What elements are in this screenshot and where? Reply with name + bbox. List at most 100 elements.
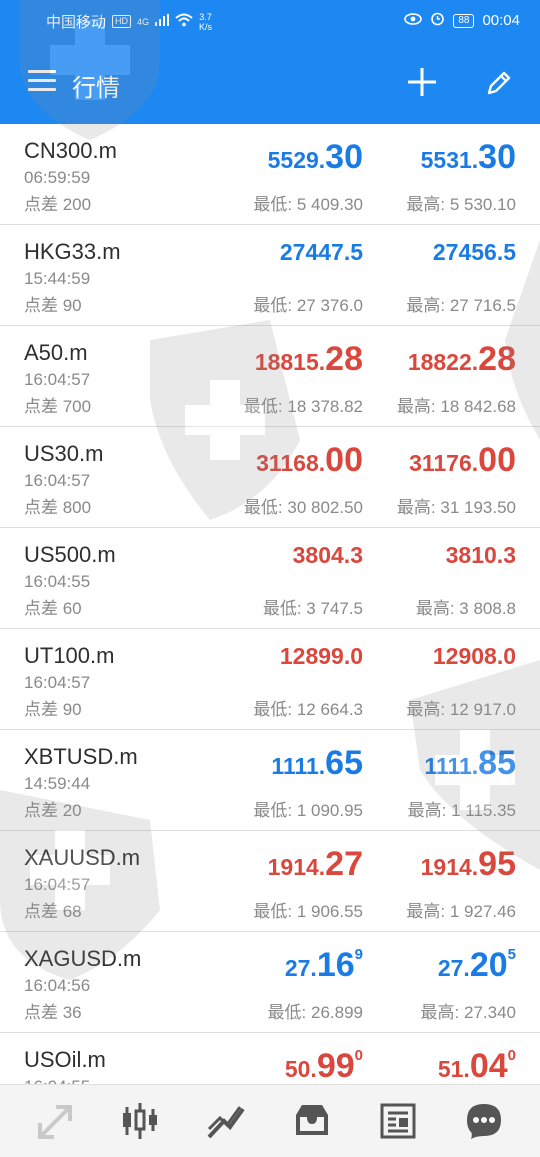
news-icon[interactable] (378, 1101, 418, 1141)
ask-price: 1111.85 (424, 744, 516, 783)
bid-price: 5529.30 (268, 138, 363, 177)
bid-price-main: 27. (284, 955, 317, 981)
bid-price-large: 28 (325, 340, 363, 378)
high-label: 最高: 1 927.46 (406, 902, 516, 921)
symbol-name: US30.m (24, 441, 104, 466)
bid-price-main: 18815. (254, 349, 326, 375)
wifi-icon (175, 13, 193, 31)
low-label: 最低: 1 906.55 (253, 902, 363, 921)
alarm-icon (430, 11, 445, 30)
ask-price-large: 28 (478, 340, 516, 378)
quote-row[interactable]: HKG33.m 15:44:59 点差 90 27447.5 27456.5 最低: 27… (0, 225, 540, 326)
symbol-name: XBTUSD.m (24, 744, 138, 769)
high-label: 最高: 27.340 (420, 1003, 516, 1022)
ask-price-main: 1111. (424, 753, 479, 779)
bid-price-large: 00 (325, 441, 363, 479)
symbol-name: XAUUSD.m (24, 845, 141, 870)
edit-pencil-icon[interactable] (484, 68, 516, 100)
quote-row[interactable]: A50.m 16:04:57 点差 700 18815.28 18822.28 最低: 1… (0, 326, 540, 427)
symbol-name: CN300.m (24, 138, 117, 163)
quote-time: 15:44:59 (24, 269, 91, 288)
low-label: 最低: 18 378.82 (243, 397, 363, 416)
quote-row[interactable]: US500.m 16:04:55 点差 60 3804.3 3810.3 最低: 3 74… (0, 528, 540, 629)
bid-price: 12899.0 (280, 643, 363, 670)
quote-row[interactable]: US30.m 16:04:57 点差 800 31168.00 31176.00 最低: … (0, 427, 540, 528)
candlestick-icon[interactable] (120, 1101, 160, 1141)
bid-price: 3804.3 (293, 542, 363, 569)
ask-price-large: 00 (478, 441, 516, 479)
ask-price-large: 30 (478, 138, 516, 176)
quote-time: 14:59:44 (24, 774, 91, 793)
low-label: 最低: 30 802.50 (243, 498, 363, 517)
add-symbol-button[interactable] (406, 66, 438, 98)
quote-time: 16:04:56 (24, 976, 91, 995)
bid-price-pip: 9 (354, 946, 363, 963)
signal-icon (155, 13, 170, 30)
spread-label: 点差 90 (24, 296, 82, 315)
spread-label: 点差 36 (24, 1003, 82, 1022)
menu-icon[interactable] (28, 70, 56, 92)
quote-time: 16:04:57 (24, 471, 91, 490)
chat-icon[interactable] (464, 1101, 504, 1141)
high-label: 最高: 1 115.35 (407, 801, 516, 820)
bid-price-main: 31168. (256, 450, 326, 476)
app-bar: 行情 (0, 40, 540, 124)
clock: 00:04 (482, 12, 520, 29)
quote-row[interactable]: XAGUSD.m 16:04:56 点差 36 27.169 27.205 最低: 26.… (0, 932, 540, 1033)
ask-price-large: 04 (469, 1047, 508, 1084)
ask-price-main: 31176. (409, 450, 479, 476)
ask-price-main: 27456.5 (432, 239, 516, 265)
spread-label: 点差 200 (24, 195, 92, 214)
symbol-name: UT100.m (24, 643, 115, 668)
quote-row[interactable]: USOil.m16:04:5550.99051.040 (0, 1033, 540, 1084)
inbox-icon[interactable] (292, 1101, 332, 1141)
ask-price: 27.205 (438, 946, 516, 985)
spread-label: 点差 700 (24, 397, 92, 416)
spread-label: 点差 68 (24, 902, 82, 921)
quote-row[interactable]: CN300.m 06:59:59 点差 200 5529.30 5531.30 最低: 5… (0, 124, 540, 225)
trade-arrows-icon[interactable] (36, 1101, 76, 1141)
ask-price-main: 27. (437, 955, 470, 981)
symbol-name: HKG33.m (24, 239, 121, 264)
low-label: 最低: 3 747.5 (262, 599, 363, 618)
quote-time: 16:04:55 (24, 572, 91, 591)
quote-list[interactable]: CN300.m 06:59:59 点差 200 5529.30 5531.30 最低: 5… (0, 124, 540, 1084)
spread-label: 点差 90 (24, 700, 82, 719)
ask-price-pip: 0 (507, 1047, 516, 1064)
spread-label: 点差 800 (24, 498, 92, 517)
ask-price: 18822.28 (408, 340, 516, 379)
status-bar: 中国移动 HD 4G 3.7 K/s 88 00:04 (0, 0, 540, 40)
bid-price: 27.169 (285, 946, 363, 985)
ask-price-pip: 5 (507, 946, 516, 963)
quote-row[interactable]: XBTUSD.m 14:59:44 点差 20 1111.65 1111.85 最低: 1… (0, 730, 540, 831)
ask-price: 3810.3 (446, 542, 516, 569)
quote-row[interactable]: UT100.m 16:04:57 点差 90 12899.0 12908.0 最低: 12… (0, 629, 540, 730)
chart-line-icon[interactable] (206, 1101, 246, 1141)
bid-price: 50.990 (285, 1047, 363, 1084)
high-label: 最高: 31 193.50 (396, 498, 516, 517)
high-label: 最高: 18 842.68 (396, 397, 516, 416)
bid-price-main: 12899.0 (279, 643, 363, 669)
low-label: 最低: 12 664.3 (253, 700, 363, 719)
ask-price-large: 95 (478, 845, 516, 883)
bid-price-main: 1914. (267, 854, 326, 880)
network-label: 4G (137, 16, 150, 27)
ask-price: 1914.95 (421, 845, 516, 884)
high-label: 最高: 5 530.10 (406, 195, 516, 214)
hd-badge: HD (112, 15, 132, 28)
bid-price: 1914.27 (268, 845, 363, 884)
ask-price: 5531.30 (421, 138, 516, 177)
bid-price-large: 27 (325, 845, 363, 883)
quote-row[interactable]: XAUUSD.m 16:04:57 点差 68 1914.27 1914.95 最低: 1… (0, 831, 540, 932)
spread-label: 点差 20 (24, 801, 82, 820)
spread-label: 点差 60 (24, 599, 82, 618)
low-label: 最低: 27 376.0 (253, 296, 363, 315)
symbol-name: US500.m (24, 542, 116, 567)
quote-time: 16:04:57 (24, 875, 91, 894)
bid-price-large: 99 (316, 1047, 355, 1084)
ask-price: 27456.5 (433, 239, 516, 266)
bid-price-large: 16 (316, 946, 355, 984)
bid-price-main: 3804.3 (292, 542, 363, 568)
bid-price: 1111.65 (271, 744, 363, 783)
quote-time: 06:59:59 (24, 168, 91, 187)
